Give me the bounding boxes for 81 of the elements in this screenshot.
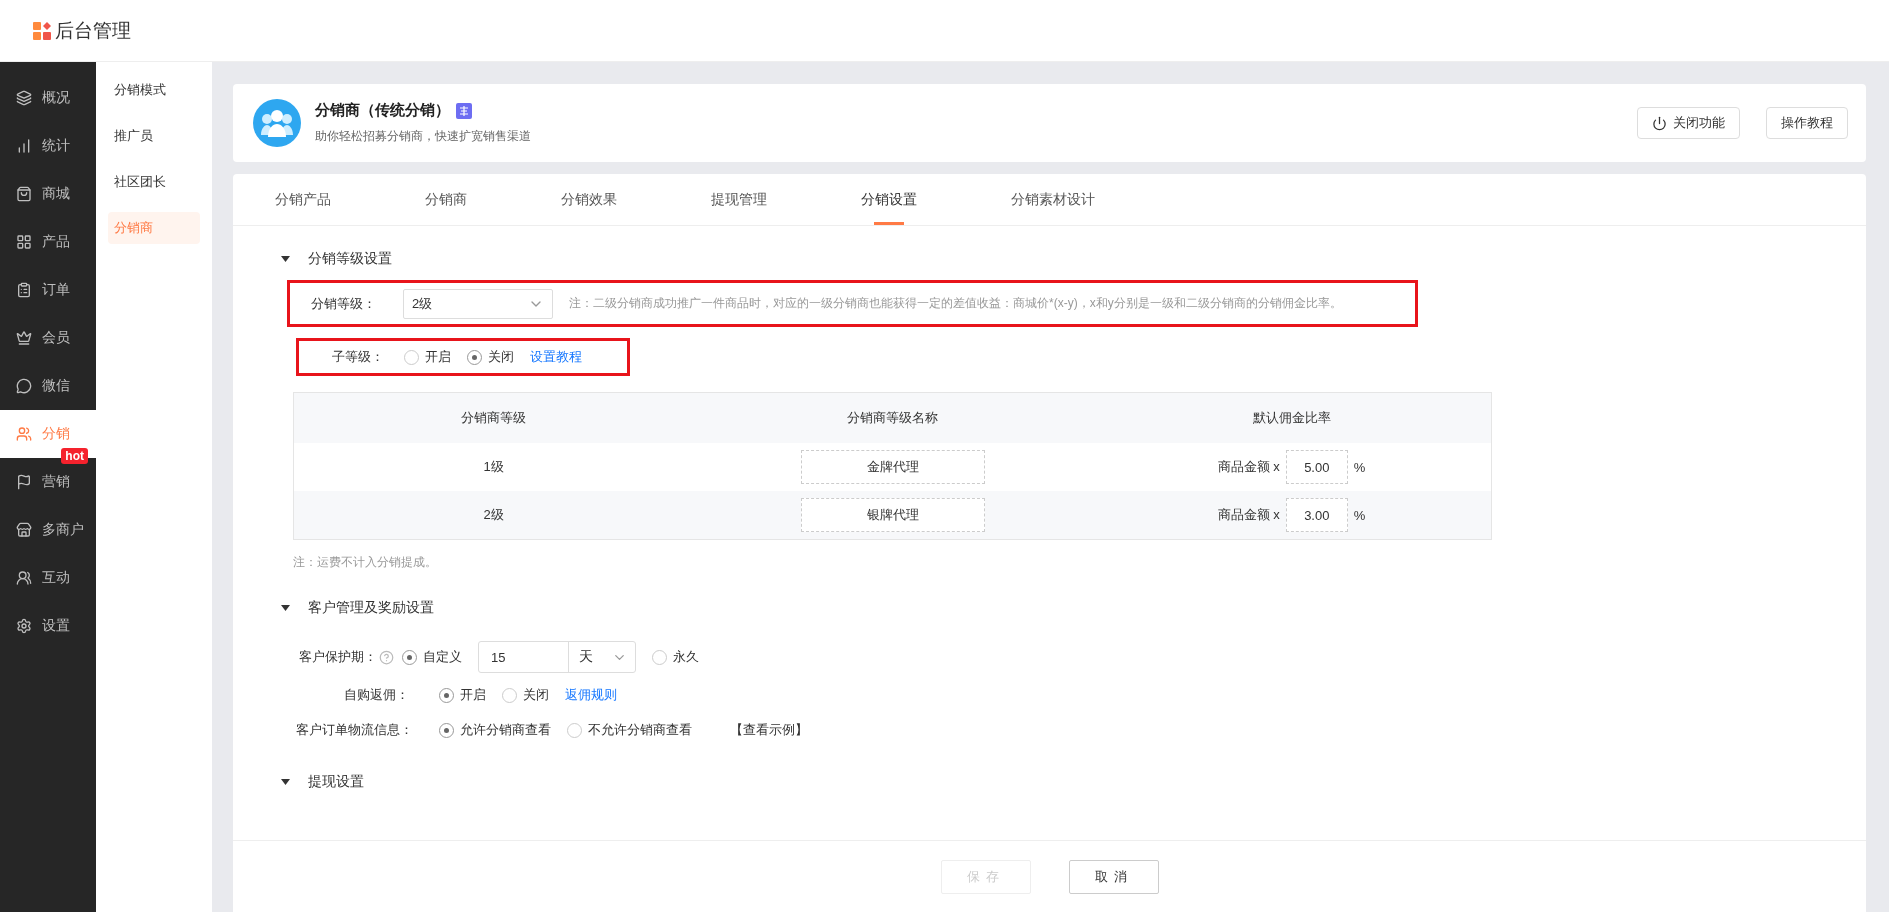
grid-icon — [16, 234, 32, 250]
section-title: 客户管理及奖励设置 — [308, 599, 434, 617]
hot-badge: hot — [61, 448, 88, 464]
caret-icon[interactable] — [281, 605, 290, 611]
percent-label: % — [1353, 507, 1366, 523]
tab[interactable]: 分销效果 — [561, 174, 617, 225]
sidebar-item[interactable]: 概况 — [0, 74, 96, 122]
chat-icon — [16, 378, 32, 394]
days-field[interactable]: 15 天 — [478, 641, 636, 673]
logo-icon — [33, 21, 51, 40]
clipboard-icon — [16, 282, 32, 298]
column-header: 默认佣金比率 — [1251, 409, 1332, 427]
bag-icon — [16, 186, 32, 202]
sidebar-item[interactable]: 产品 — [0, 218, 96, 266]
sidebar-item[interactable]: 微信 — [0, 362, 96, 410]
field-label: 客户保护期： — [298, 648, 377, 666]
sidebar-item[interactable]: 设置 — [0, 602, 96, 650]
sidebar-item[interactable]: 互动 — [0, 554, 96, 602]
column-header: 分销商等级名称 — [846, 409, 939, 427]
rate-label: 商品金额 x — [1217, 506, 1280, 524]
sidebar-item[interactable]: 商城 — [0, 170, 96, 218]
rate-field[interactable]: 5.00 — [1285, 450, 1348, 484]
premium-icon — [456, 102, 472, 119]
radio-label: 开启 — [460, 686, 486, 704]
level-name-field[interactable]: 金牌代理 — [800, 450, 985, 484]
feature-subtitle: 助你轻松招募分销商，快速扩宽销售渠道 — [315, 128, 531, 145]
settings-icon — [16, 618, 32, 634]
level-name-field[interactable]: 银牌代理 — [800, 498, 985, 532]
layers-icon — [16, 90, 32, 106]
caret-icon[interactable] — [281, 779, 290, 785]
feature-title: 分销商（传统分销） — [315, 101, 450, 120]
example-link[interactable]: 【查看示例】 — [730, 721, 808, 739]
close-feature-button[interactable]: 关闭功能 — [1637, 107, 1740, 139]
radio-label: 开启 — [425, 348, 451, 366]
field-label: 分销等级： — [310, 294, 376, 313]
distributor-icon — [253, 99, 301, 147]
radio-label: 不允许分销商查看 — [588, 721, 692, 739]
tutorial-link[interactable]: 设置教程 — [530, 348, 582, 366]
subnav-item[interactable]: 社区团长 — [108, 166, 200, 198]
radio-label: 关闭 — [488, 348, 514, 366]
table-cell-text: 1级 — [482, 458, 505, 476]
percent-label: % — [1353, 459, 1366, 475]
users-icon — [16, 570, 32, 586]
field-label: 客户订单物流信息： — [295, 721, 413, 739]
caret-icon[interactable] — [281, 256, 290, 262]
tab[interactable]: 分销设置 — [861, 174, 917, 225]
radio-label: 关闭 — [523, 686, 549, 704]
subnav-item[interactable]: 分销模式 — [108, 74, 200, 106]
column-header: 分销商等级 — [460, 409, 527, 427]
level-note: 注：二级分销商成功推广一件商品时，对应的一级分销商也能获得一定的差值收益：商城价*(x-y)，x和y分别是一级和二级分销商的分销佣金比率。 — [569, 295, 1342, 312]
sidebar-item[interactable]: 统计 — [0, 122, 96, 170]
store-icon — [16, 522, 32, 538]
radio-label: 永久 — [673, 648, 699, 666]
freight-note: 注：运费不计入分销提成。 — [293, 554, 437, 571]
radio-label: 允许分销商查看 — [460, 721, 551, 739]
table-cell-text: 2级 — [482, 506, 505, 524]
radio-label: 自定义 — [423, 648, 462, 666]
app-title: 后台管理 — [55, 18, 131, 43]
tab[interactable]: 分销素材设计 — [1011, 174, 1095, 225]
power-icon — [1652, 115, 1667, 131]
tab[interactable]: 分销产品 — [275, 174, 331, 225]
tab[interactable]: 分销商 — [425, 174, 467, 225]
sidebar-item[interactable]: 多商户 — [0, 506, 96, 554]
sidebar-item[interactable]: 订单 — [0, 266, 96, 314]
crown-icon — [16, 330, 32, 346]
subnav-item[interactable]: 推广员 — [108, 120, 200, 152]
field-label: 自购返佣： — [343, 686, 409, 704]
tutorial-button[interactable]: 操作教程 — [1766, 107, 1848, 139]
cancel-button[interactable]: 取消 — [1068, 859, 1159, 894]
level-select[interactable]: 2级 — [403, 288, 553, 319]
rebate-rules-link[interactable]: 返佣规则 — [565, 686, 617, 704]
tab[interactable]: 提现管理 — [711, 174, 767, 225]
flag-icon — [16, 474, 32, 490]
users-icon — [16, 426, 32, 442]
chart-icon — [16, 138, 32, 154]
rate-field[interactable]: 3.00 — [1285, 498, 1348, 532]
section-title: 分销等级设置 — [308, 250, 392, 268]
rate-label: 商品金额 x — [1217, 458, 1280, 476]
sidebar-item[interactable]: 会员 — [0, 314, 96, 362]
field-label: 子等级： — [331, 348, 384, 366]
section-title: 提现设置 — [308, 773, 364, 791]
